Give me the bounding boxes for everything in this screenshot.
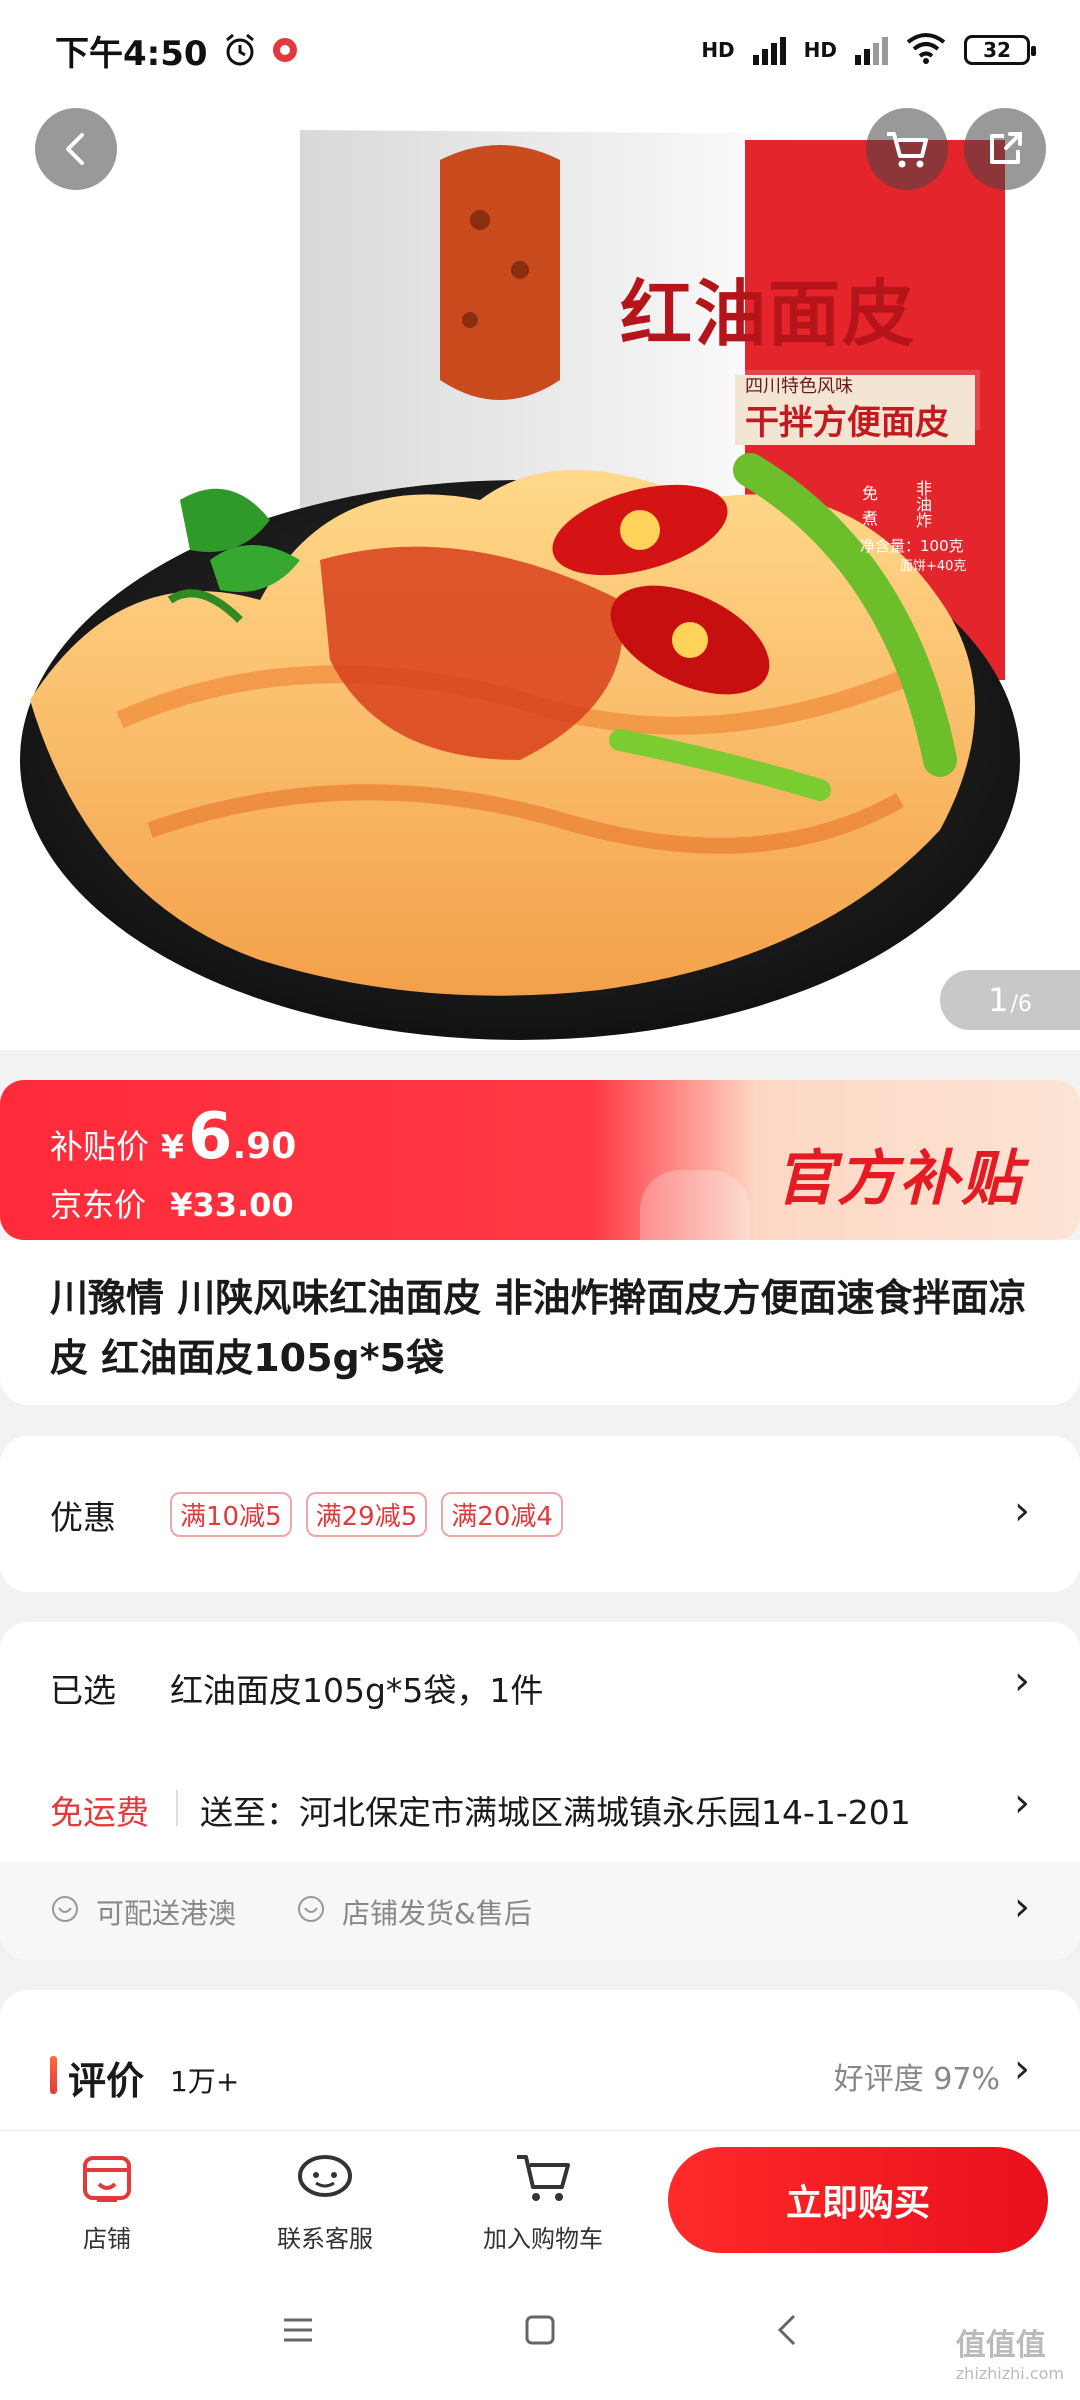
coupon-tag[interactable]: 满20减4: [441, 1492, 563, 1537]
customer-service-button[interactable]: 联系客服: [250, 2145, 400, 2254]
back-button[interactable]: [35, 108, 117, 190]
jd-price: ¥33.00: [170, 1186, 294, 1224]
home-icon[interactable]: [520, 2310, 560, 2350]
reviews-label: 评价: [68, 2059, 145, 2103]
coupon-tag[interactable]: 满29减5: [305, 1492, 428, 1537]
subsidy-price-decimal: .90: [232, 1126, 297, 1167]
promotion-label: 优惠: [50, 1498, 116, 1537]
add-to-cart-label: 加入购物车: [483, 2225, 603, 2253]
system-navigation-bar: [0, 2270, 1080, 2400]
chevron-right-icon: ›: [1014, 2046, 1030, 2092]
shop-button[interactable]: 店铺: [32, 2145, 182, 2254]
chevron-right-icon: ›: [1014, 1488, 1030, 1534]
hd-label-1: HD: [701, 38, 735, 62]
buy-now-button[interactable]: 立即购买: [668, 2147, 1048, 2253]
coupon-tag[interactable]: 满10减5: [170, 1492, 292, 1537]
package-side-text-2: 煮: [862, 509, 879, 528]
check-circle-icon: [298, 1896, 324, 1922]
package-title-text: 红油面皮: [620, 272, 917, 356]
subsidy-price-integer: 6: [187, 1100, 233, 1174]
package-net-weight-2: 面饼+40克: [900, 559, 967, 574]
product-title-card: 川豫情 川陕风味红油面皮 非油炸擀面皮方便面速食拌面凉皮 红油面皮105g*5袋: [0, 1240, 1080, 1405]
selected-spec-row[interactable]: 已选 红油面皮105g*5袋，1件 ›: [0, 1622, 1080, 1752]
signal-icon-1: [752, 35, 786, 65]
shop-label: 店铺: [83, 2225, 131, 2253]
wifi-icon: [906, 32, 946, 69]
section-accent-bar: [50, 2056, 57, 2094]
customer-service-label: 联系客服: [277, 2225, 373, 2253]
chat-icon: [298, 2155, 352, 2197]
price-block: 补贴价 ¥ 6 .90 京东价 ¥33.00: [50, 1100, 296, 1226]
divider: [176, 1790, 178, 1826]
selected-label: 已选: [50, 1671, 116, 1710]
free-shipping-label: 免运费: [50, 1793, 149, 1832]
subsidy-price-label: 补贴价: [50, 1127, 149, 1166]
reviews-count: 1万+: [170, 2065, 240, 2098]
share-icon: [990, 132, 1022, 164]
promotion-card[interactable]: 优惠 满10减5 满29减5 满20减4 ›: [0, 1436, 1080, 1592]
service-hk-macau: 可配送港澳: [96, 1897, 237, 1930]
bottom-action-bar: 店铺 联系客服 加入购物车 立即购买: [0, 2130, 1080, 2270]
pager-current: 1: [988, 981, 1009, 1019]
selected-value: 红油面皮105g*5袋，1件: [170, 1671, 544, 1710]
official-subsidy-badge: 官方补贴: [775, 1144, 1023, 1214]
positive-rate: 好评度 97%: [833, 2062, 1000, 2097]
selection-card: 已选 红油面皮105g*5袋，1件 › 免运费 送至：河北保定市满城区满城镇永乐…: [0, 1622, 1080, 1960]
gallery-pager: 1/6: [940, 970, 1080, 1030]
service-row[interactable]: 可配送港澳 店铺发货&售后 ›: [0, 1862, 1080, 1960]
battery-level: 32: [983, 38, 1011, 62]
share-button[interactable]: [964, 108, 1046, 190]
cart-icon: [517, 2155, 570, 2201]
cart-button[interactable]: [866, 108, 948, 190]
app-notification-icon: [272, 37, 298, 63]
currency-symbol: ¥: [161, 1127, 184, 1166]
delivery-address: 送至：河北保定市满城区满城镇永乐园14-1-201: [200, 1793, 911, 1832]
hd-label-2: HD: [803, 38, 837, 62]
status-time: 下午4:50: [55, 33, 208, 74]
cart-icon: [887, 132, 928, 168]
chevron-right-icon: ›: [1014, 1658, 1030, 1704]
service-store-after-sales: 店铺发货&售后: [342, 1897, 532, 1930]
shop-icon: [83, 2156, 131, 2202]
add-to-cart-button[interactable]: 加入购物车: [468, 2145, 618, 2254]
promotion-tags: 满10减5 满29减5 满20减4: [170, 1492, 577, 1537]
status-bar: 下午4:50 HD HD 32: [0, 0, 1080, 100]
chevron-right-icon: ›: [1014, 1780, 1030, 1826]
back-nav-icon[interactable]: [768, 2310, 808, 2350]
subsidy-price-banner: 补贴价 ¥ 6 .90 京东价 ¥33.00 官方补贴: [0, 1080, 1080, 1240]
package-net-weight: 净含量：100克: [860, 537, 964, 555]
shipping-row[interactable]: 免运费 送至：河北保定市满城区满城镇永乐园14-1-201 ›: [0, 1750, 1080, 1860]
coin-bag-icon: [640, 1170, 750, 1240]
package-subtitle: 干拌方便面皮: [745, 403, 949, 443]
product-detail-page: 红油面皮 四川特色风味 干拌方便面皮 免 煮 非油炸 净含量：100克 面饼+4…: [0, 0, 1080, 2400]
package-side-text-1: 免: [862, 484, 879, 503]
watermark-url: zhizhizhi.com: [955, 2364, 1064, 2383]
watermark-text: 值值值: [955, 2328, 1046, 2363]
chevron-right-icon: ›: [1014, 1884, 1030, 1930]
pager-total: /6: [1010, 991, 1032, 1017]
check-circle-icon: [52, 1896, 78, 1922]
battery-icon: 32: [964, 35, 1036, 65]
menu-icon[interactable]: [278, 2310, 318, 2350]
jd-price-label: 京东价: [50, 1186, 147, 1224]
watermark: 值值值 zhizhizhi.com: [956, 2320, 1064, 2383]
chevron-left-icon: [66, 133, 84, 165]
product-title: 川豫情 川陕风味红油面皮 非油炸擀面皮方便面速食拌面凉皮 红油面皮105g*5袋: [50, 1276, 1027, 1380]
package-side-text-3: 非油炸: [913, 480, 932, 528]
signal-icon-2: [855, 35, 888, 65]
alarm-icon: [222, 32, 258, 68]
